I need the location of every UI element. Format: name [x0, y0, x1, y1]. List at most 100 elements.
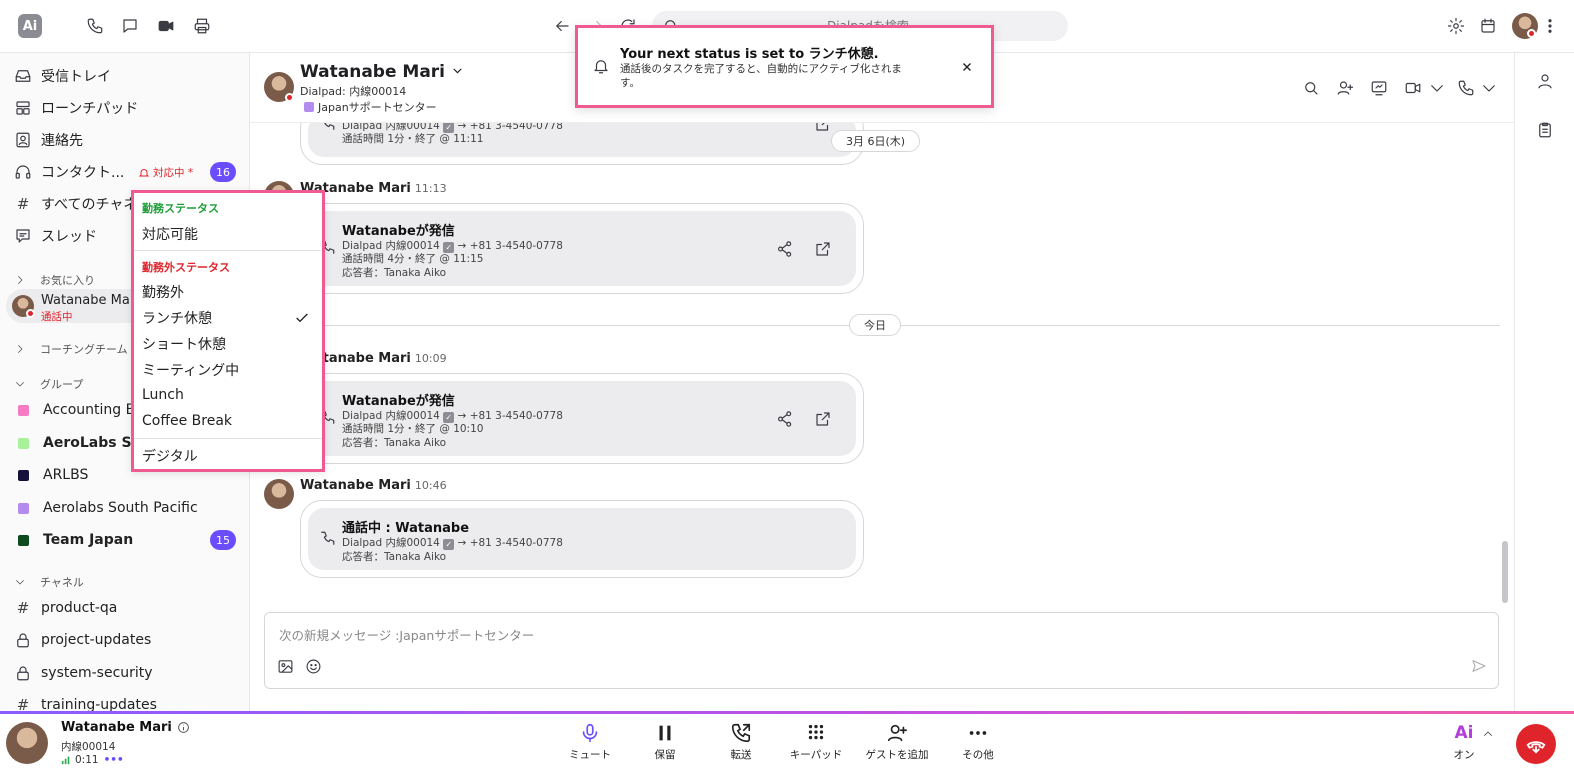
- phone-options-chevron-icon[interactable]: [1479, 78, 1499, 98]
- team-color-swatch: [304, 102, 314, 112]
- call-card[interactable]: Dialpad 内線00014 ✓ → +81 3-4540-0778 通話時間…: [300, 123, 864, 165]
- hash-icon: #: [16, 696, 30, 711]
- mute-button[interactable]: ミュート: [550, 722, 630, 762]
- add-guest-button[interactable]: ゲストを追加: [857, 722, 937, 762]
- contact-name[interactable]: Watanabe Mari: [300, 62, 464, 82]
- ai-assist-toggle[interactable]: Ai オン: [1449, 722, 1479, 762]
- sidebar-item-contact-center[interactable]: コンタクト... 対応中 * 16: [0, 157, 249, 187]
- add-person-icon[interactable]: [1335, 78, 1355, 98]
- on-duty-header: 勤務ステータス: [142, 202, 219, 215]
- calendar-icon[interactable]: [1478, 16, 1498, 36]
- video-options-chevron-icon[interactable]: [1427, 78, 1447, 98]
- keypad-button[interactable]: キーパッド: [776, 722, 856, 762]
- message-icon[interactable]: [120, 16, 140, 36]
- menu-divider: [134, 250, 322, 251]
- contact-center-status[interactable]: 対応中 *: [138, 165, 193, 180]
- sidebar-item-launchpad[interactable]: ローンチパッド: [0, 93, 249, 123]
- settings-gear-icon[interactable]: [1446, 16, 1466, 36]
- status-option-lunch-break[interactable]: ランチ休憩: [142, 308, 316, 328]
- call-card[interactable]: 通話中 : Watanabe Dialpad 内線00014 ✓ → +81 3…: [300, 500, 864, 578]
- launchpad-icon: [16, 101, 30, 115]
- transfer-button[interactable]: 転送: [701, 722, 781, 762]
- status-option-lunch[interactable]: Lunch: [142, 387, 316, 403]
- scrollbar-thumb[interactable]: [1502, 541, 1508, 603]
- sidebar-item-channel[interactable]: # product-qa: [0, 593, 249, 623]
- hold-button[interactable]: 保留: [625, 722, 705, 762]
- signal-strength-icon: [61, 756, 70, 765]
- busy-status-dot: [285, 93, 294, 102]
- status-option-digital[interactable]: デジタル: [142, 446, 316, 466]
- caller-name[interactable]: Watanabe Mari: [61, 720, 190, 735]
- sidebar-item-group[interactable]: Aerolabs South Pacific: [0, 493, 249, 523]
- hang-up-button[interactable]: [1516, 724, 1556, 764]
- share-icon[interactable]: [776, 240, 794, 258]
- sidebar-item-channel[interactable]: # training-updates: [0, 690, 249, 711]
- call-timer: 0:11 •••: [61, 754, 124, 766]
- busy-status-dot: [1527, 29, 1536, 38]
- kebab-menu-icon[interactable]: [1540, 16, 1560, 36]
- open-external-icon[interactable]: [814, 123, 832, 133]
- status-option-short-break[interactable]: ショート休憩: [142, 334, 316, 354]
- status-option-off-duty[interactable]: 勤務外: [142, 282, 316, 302]
- contact-team: Japanサポートセンター: [304, 99, 437, 115]
- info-icon[interactable]: [177, 721, 190, 734]
- sidebar-item-group[interactable]: Team Japan 15: [0, 525, 249, 555]
- chevron-right-icon: [18, 345, 23, 353]
- status-option-meeting[interactable]: ミーティング中: [142, 360, 316, 380]
- message-input[interactable]: [279, 625, 1459, 647]
- open-external-icon[interactable]: [814, 410, 832, 428]
- group-color-swatch: [18, 437, 29, 449]
- groups-section[interactable]: グループ: [14, 376, 83, 392]
- status-toast: Your next status is set to ランチ休憩. 通話後のタス…: [575, 25, 994, 108]
- sidebar-item-channel[interactable]: system-security: [0, 658, 249, 688]
- dialpad-logo-icon[interactable]: Ai: [18, 14, 42, 38]
- caller-avatar[interactable]: [6, 722, 48, 764]
- search-icon[interactable]: [1301, 78, 1321, 98]
- clipboard-icon[interactable]: [1535, 120, 1555, 140]
- image-attach-icon[interactable]: [277, 658, 294, 675]
- call-card[interactable]: Watanabeが発信 Dialpad 内線00014 ✓ → +81 3-45…: [300, 373, 864, 464]
- contact-details-icon[interactable]: [1535, 71, 1555, 91]
- sidebar-item-channel[interactable]: project-updates: [0, 625, 249, 655]
- checkmark-icon: [296, 313, 308, 323]
- hang-up-phone-icon: [1526, 741, 1546, 754]
- hash-icon: #: [16, 599, 30, 617]
- screen-share-icon[interactable]: [1369, 78, 1389, 98]
- more-options-button[interactable]: その他: [938, 722, 1018, 762]
- channels-section[interactable]: チャネル: [14, 574, 84, 590]
- sidebar-item-inbox[interactable]: 受信トレイ: [0, 61, 249, 91]
- call-card[interactable]: Watanabeが発信 Dialpad 内線00014 ✓ → +81 3-45…: [300, 203, 864, 294]
- printer-icon[interactable]: [192, 16, 212, 36]
- sidebar-item-label: ローンチパッド: [41, 101, 139, 117]
- inbox-icon: [15, 70, 31, 82]
- sidebar-item-contacts[interactable]: 連絡先: [0, 125, 249, 155]
- sidebar-item-label: 連絡先: [41, 133, 83, 149]
- chevron-up-icon[interactable]: [1482, 728, 1494, 740]
- send-icon[interactable]: [1471, 658, 1487, 674]
- emoji-icon[interactable]: [305, 658, 322, 675]
- back-arrow-icon[interactable]: [552, 16, 572, 36]
- toast-message: 通話後のタスクを完了すると、自動的にアクティブ化されます。: [620, 63, 902, 89]
- unread-badge: 15: [210, 530, 236, 550]
- call-quality-dots-icon: •••: [103, 754, 124, 766]
- menu-divider: [134, 438, 322, 439]
- phone-call-icon[interactable]: [1456, 78, 1476, 98]
- group-color-swatch: [18, 404, 29, 416]
- toast-title: Your next status is set to ランチ休憩.: [620, 47, 879, 62]
- mic-icon: [582, 723, 598, 743]
- favorites-section[interactable]: お気に入り: [14, 272, 95, 288]
- date-divider-label: 3月 6日(木): [831, 130, 921, 152]
- video-call-icon[interactable]: [1403, 78, 1423, 98]
- avatar[interactable]: [264, 479, 294, 509]
- share-icon[interactable]: [776, 410, 794, 428]
- close-icon[interactable]: [960, 60, 974, 74]
- video-icon[interactable]: [156, 16, 176, 36]
- status-option-coffee-break[interactable]: Coffee Break: [142, 413, 316, 429]
- coaching-section[interactable]: コーチングチーム: [14, 341, 128, 357]
- status-option-available[interactable]: 対応可能: [142, 224, 316, 244]
- active-call-bar: Watanabe Mari 内線00014 0:11 ••• ミュート 保留 転…: [0, 714, 1574, 773]
- phone-icon[interactable]: [85, 16, 105, 36]
- open-external-icon[interactable]: [814, 240, 832, 258]
- alarm-bell-icon: [138, 168, 150, 176]
- chevron-down-icon: [453, 68, 462, 74]
